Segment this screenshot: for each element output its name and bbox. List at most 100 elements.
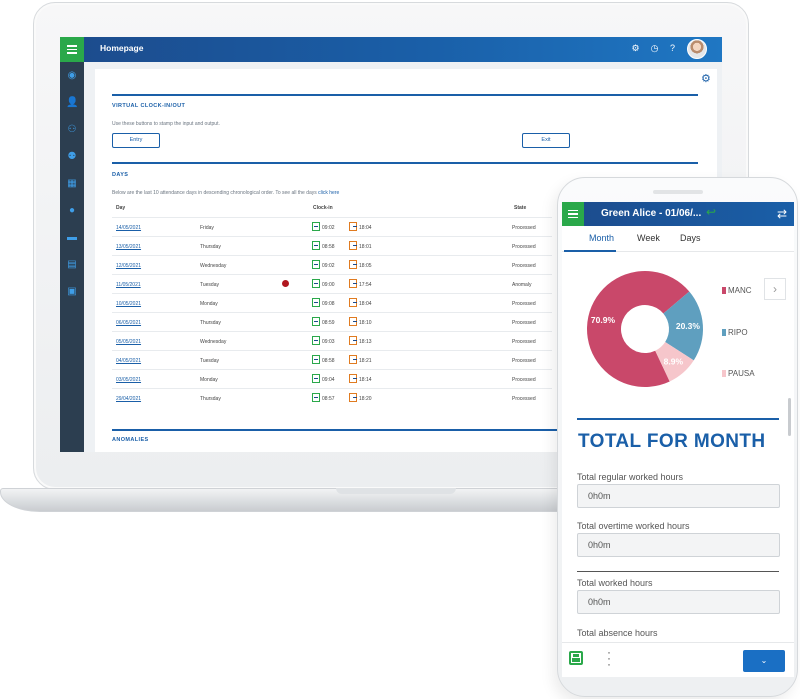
state-cell: Processed: [512, 225, 536, 231]
table-row: 13/05/2021 Thursday 08:58 18:01 Processed: [112, 236, 552, 255]
legend-swatch: [722, 329, 726, 336]
date-link[interactable]: 13/05/2021: [116, 244, 141, 250]
clock-in-time: 08:59: [322, 320, 335, 326]
days-description-text: Below are the last 10 attendance days in…: [112, 190, 317, 196]
clock-out-icon: [349, 336, 357, 345]
regular-hours-field[interactable]: 0h0m: [577, 484, 780, 508]
clock-out-icon: [349, 279, 357, 288]
report-icon[interactable]: ▤: [66, 259, 78, 271]
user-icon[interactable]: 👤: [66, 97, 78, 109]
table-row: 10/05/2021 Monday 09:08 18:04 Processed: [112, 293, 552, 312]
date-link[interactable]: 29/04/2021: [116, 396, 141, 402]
clock-out-icon: [349, 260, 357, 269]
clock-in-icon: [312, 355, 320, 364]
tab-days[interactable]: Days: [680, 233, 701, 243]
total-section-rule: [577, 418, 779, 420]
column-header-state: State: [514, 205, 527, 211]
clock-icon[interactable]: ◷: [649, 43, 660, 54]
column-header-clock-in: Clock-in: [313, 205, 333, 211]
table-row: 14/05/2021 Friday 09:02 18:04 Processed: [112, 217, 552, 236]
laptop-notch: [336, 488, 456, 494]
table-row: 29/04/2021 Thursday 08:57 18:20 Processed: [112, 388, 552, 407]
overtime-hours-field[interactable]: 0h0m: [577, 533, 780, 557]
see-all-days-link[interactable]: click here: [318, 190, 339, 196]
chevron-right-icon[interactable]: ›: [764, 278, 786, 300]
table-row: 04/05/2021 Tuesday 08:58 18:21 Processed: [112, 350, 552, 369]
phone-bottom-bar: · · · ⌄: [562, 642, 794, 677]
more-options-icon[interactable]: · · ·: [607, 646, 611, 670]
weekday-cell: Tuesday: [200, 282, 219, 288]
clock-in-time: 09:02: [322, 263, 335, 269]
team-icon[interactable]: ⚇: [66, 124, 78, 136]
sidebar: ◉ 👤 ⚇ ⚉ ▦ ● ▬ ▤ ▣: [60, 62, 84, 452]
date-link[interactable]: 11/05/2021: [116, 282, 141, 288]
switch-view-icon[interactable]: ⇄: [772, 204, 792, 224]
schedule-icon[interactable]: ▣: [66, 286, 78, 298]
avatar[interactable]: [687, 39, 707, 59]
date-link[interactable]: 14/05/2021: [116, 225, 141, 231]
weekday-cell: Tuesday: [200, 358, 219, 364]
donut-chart: 70.9% 20.3% 8.9%: [580, 264, 730, 400]
field-label-overtime: Total overtime worked hours: [577, 521, 690, 531]
clock-out-time: 18:04: [359, 301, 372, 307]
clock-in-icon: [312, 298, 320, 307]
chevron-down-icon: ⌄: [760, 656, 768, 665]
entry-button[interactable]: Entry: [112, 133, 160, 148]
clock-out-time: 17:54: [359, 282, 372, 288]
state-cell: Anomaly: [512, 282, 532, 288]
tab-week[interactable]: Week: [637, 233, 660, 243]
phone-menu-icon[interactable]: [562, 202, 584, 226]
clock-out-time: 18:04: [359, 225, 372, 231]
state-cell: Processed: [512, 320, 536, 326]
slice-label-ripo: 20.3%: [676, 321, 701, 331]
table-row: 06/05/2021 Thursday 08:59 18:10 Processed: [112, 312, 552, 331]
clock-out-time: 18:05: [359, 263, 372, 269]
table-row: 12/05/2021 Wednesday 09:02 18:05 Processed: [112, 255, 552, 274]
clock-in-icon: [312, 222, 320, 231]
clock-out-time: 18:01: [359, 244, 372, 250]
panel-settings-icon[interactable]: ⚙: [701, 72, 711, 85]
clock-in-icon: [312, 260, 320, 269]
date-link[interactable]: 05/05/2021: [116, 339, 141, 345]
clock-in-icon: [312, 279, 320, 288]
table-row: 05/05/2021 Wednesday 09:03 18:13 Processed: [112, 331, 552, 350]
user-settings-icon[interactable]: ⚉: [66, 151, 78, 163]
exit-button[interactable]: Exit: [522, 133, 570, 148]
clock-out-icon: [349, 374, 357, 383]
clock-section-description: Use these buttons to stamp the input and…: [112, 121, 220, 127]
menu-icon[interactable]: [60, 37, 84, 62]
gear-icon[interactable]: ⚙: [630, 43, 641, 54]
phone-content: 70.9% 20.3% 8.9% MANC RIPO PAUSA › TOTAL FOR…: [562, 252, 794, 642]
clock-out-icon: [349, 241, 357, 250]
legend-label: MANC: [728, 286, 752, 295]
dashboard-icon[interactable]: ◉: [66, 70, 78, 82]
card-icon[interactable]: ▬: [66, 232, 78, 244]
state-cell: Processed: [512, 301, 536, 307]
clock-in-time: 08:57: [322, 396, 335, 402]
date-link[interactable]: 04/05/2021: [116, 358, 141, 364]
legend-swatch: [722, 370, 726, 377]
date-link[interactable]: 10/05/2021: [116, 301, 141, 307]
calendar-icon[interactable]: ▦: [66, 178, 78, 190]
clock-out-icon: [349, 222, 357, 231]
table-row: 03/05/2021 Monday 09:04 18:14 Processed: [112, 369, 552, 388]
save-icon[interactable]: [569, 651, 583, 665]
date-link[interactable]: 06/05/2021: [116, 320, 141, 326]
field-label-regular: Total regular worked hours: [577, 472, 684, 482]
globe-icon[interactable]: ●: [66, 205, 78, 217]
state-cell: Processed: [512, 358, 536, 364]
clock-in-time: 09:02: [322, 225, 335, 231]
date-link[interactable]: 12/05/2021: [116, 263, 141, 269]
phone-scrollbar[interactable]: [788, 398, 791, 436]
clock-in-time: 09:00: [322, 282, 335, 288]
dropdown-button[interactable]: ⌄: [743, 650, 785, 672]
tab-month[interactable]: Month: [589, 233, 614, 243]
state-cell: Processed: [512, 377, 536, 383]
clock-in-time: 08:58: [322, 244, 335, 250]
field-label-worked: Total worked hours: [577, 578, 653, 588]
worked-hours-field[interactable]: 0h0m: [577, 590, 780, 614]
back-arrow-icon[interactable]: ↩: [706, 205, 716, 219]
page-title: Homepage: [100, 43, 144, 53]
help-icon[interactable]: ?: [667, 43, 678, 54]
date-link[interactable]: 03/05/2021: [116, 377, 141, 383]
